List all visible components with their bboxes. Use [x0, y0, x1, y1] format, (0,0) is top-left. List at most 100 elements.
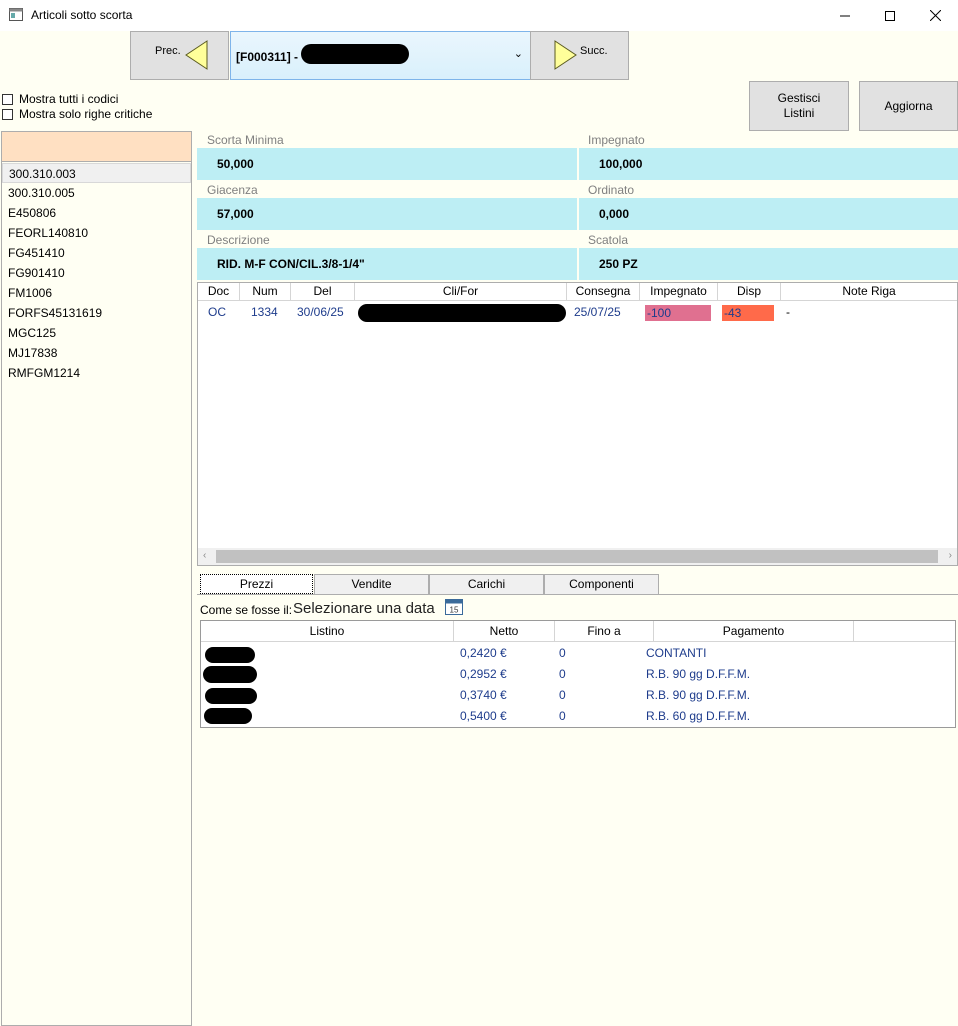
description-field: RID. M-F CON/CIL.3/8-1/4": [197, 248, 577, 280]
show-all-codes-checkbox[interactable]: Mostra tutti i codici: [2, 92, 118, 106]
prev-label: Prec.: [155, 45, 181, 57]
cell-committed: -100: [645, 305, 711, 321]
cell-payment: R.B. 90 gg D.F.F.M.: [646, 667, 751, 681]
date-picker-input[interactable]: Selezionare una data: [293, 600, 435, 617]
list-item[interactable]: MGC125: [2, 323, 191, 343]
window-title: Articoli sotto scorta: [31, 8, 133, 22]
committed-field: 100,000: [579, 148, 958, 180]
min-stock-field: 50,000: [197, 148, 577, 180]
item-selector-combobox[interactable]: [F000311] - ⌄: [230, 31, 531, 80]
ordered-label: Ordinato: [588, 183, 635, 197]
column-header-payment[interactable]: Pagamento: [654, 621, 854, 642]
column-header-customer[interactable]: Cli/For: [355, 283, 567, 301]
ordered-value: 0,000: [599, 207, 630, 221]
scroll-left-icon[interactable]: ‹: [203, 550, 206, 561]
app-icon: [9, 8, 23, 21]
committed-label: Impegnato: [588, 133, 645, 147]
list-item[interactable]: MJ17838: [2, 343, 191, 363]
stock-value: 57,000: [217, 207, 254, 221]
column-header-net[interactable]: Netto: [454, 621, 555, 642]
min-stock-value: 50,000: [217, 157, 254, 171]
column-header-list[interactable]: Listino: [201, 621, 454, 642]
cell-num: 1334: [251, 305, 278, 319]
prev-button[interactable]: Prec.: [130, 31, 229, 80]
list-item[interactable]: FEORL140810: [2, 223, 191, 243]
item-selector-value: [F000311] -: [236, 50, 299, 64]
column-header-date[interactable]: Del: [291, 283, 355, 301]
column-header-avail[interactable]: Disp: [718, 283, 781, 301]
refresh-button[interactable]: Aggiorna: [859, 81, 958, 131]
triangle-right-icon: [554, 40, 577, 70]
chevron-down-icon: ⌄: [513, 48, 523, 60]
manage-lists-button[interactable]: Gestisci Listini: [749, 81, 849, 131]
redacted-block: [203, 666, 257, 683]
prices-grid: Listino Netto Fino a Pagamento 0,2420 € …: [200, 620, 956, 728]
cell-delivery: 25/07/25: [574, 305, 621, 319]
close-button[interactable]: [912, 0, 958, 31]
cell-net: 0,2420 €: [460, 646, 507, 660]
code-list: 300.310.003 300.310.005 E450806 FEORL140810…: [2, 163, 191, 383]
description-label: Descrizione: [207, 233, 270, 247]
minimize-button[interactable]: [822, 0, 868, 31]
minimize-icon: [840, 15, 850, 16]
list-item[interactable]: RMFGM1214: [2, 363, 191, 383]
checkbox-box[interactable]: [2, 93, 13, 105]
list-item[interactable]: FG901410: [2, 263, 191, 283]
committed-value: 100,000: [599, 157, 643, 171]
cell-payment: R.B. 90 gg D.F.F.M.: [646, 688, 751, 702]
column-header-num[interactable]: Num: [240, 283, 291, 301]
scroll-right-icon[interactable]: ›: [949, 550, 952, 561]
column-header-delivery[interactable]: Consegna: [567, 283, 640, 301]
redacted-block: [204, 708, 252, 724]
tab-prices[interactable]: Prezzi: [200, 574, 313, 594]
tab-components[interactable]: Componenti: [544, 574, 659, 594]
stock-label: Giacenza: [207, 183, 258, 197]
calendar-button[interactable]: 15: [445, 598, 463, 615]
cell-doc: OC: [208, 305, 226, 319]
asof-label: Come se fosse il:: [200, 603, 293, 617]
show-critical-only-checkbox[interactable]: Mostra solo righe critiche: [2, 107, 152, 121]
cell-net: 0,2952 €: [460, 667, 507, 681]
list-item[interactable]: FM1006: [2, 283, 191, 303]
maximize-button[interactable]: [867, 0, 913, 31]
column-header-doc[interactable]: Doc: [198, 283, 240, 301]
triangle-left-icon: [185, 40, 208, 70]
manage-lists-label-line2: Listini: [783, 106, 815, 120]
tab-sales[interactable]: Vendite: [314, 574, 429, 594]
title-bar: Articoli sotto scorta: [0, 0, 958, 31]
list-item[interactable]: FG451410: [2, 243, 191, 263]
horizontal-scrollbar[interactable]: ‹ ›: [198, 548, 957, 565]
min-stock-label: Scorta Minima: [207, 133, 284, 147]
checkbox-box[interactable]: [2, 108, 13, 120]
list-item[interactable]: 300.310.005: [2, 183, 191, 203]
list-item[interactable]: 300.310.003: [2, 163, 191, 183]
box-label: Scatola: [588, 233, 629, 247]
redacted-block: [358, 304, 566, 322]
description-value: RID. M-F CON/CIL.3/8-1/4": [217, 257, 365, 271]
column-header-until[interactable]: Fino a: [555, 621, 654, 642]
refresh-label: Aggiorna: [884, 98, 933, 113]
redacted-block: [301, 44, 409, 64]
tab-loads[interactable]: Carichi: [429, 574, 544, 594]
stock-field: 57,000: [197, 198, 577, 230]
cell-payment: CONTANTI: [646, 646, 707, 660]
list-item[interactable]: E450806: [2, 203, 191, 223]
cell-avail: -43: [722, 305, 774, 321]
column-header-note[interactable]: Note Riga: [781, 283, 957, 301]
cell-until: 0: [559, 688, 566, 702]
code-list-panel: 300.310.003 300.310.005 E450806 FEORL140810…: [1, 131, 192, 1026]
ordered-field: 0,000: [579, 198, 958, 230]
calendar-icon: 15: [445, 599, 463, 615]
show-all-codes-label: Mostra tutti i codici: [19, 92, 119, 106]
next-button[interactable]: Succ.: [530, 31, 629, 80]
column-header-extra: [854, 621, 955, 642]
column-header-committed[interactable]: Impegnato: [640, 283, 718, 301]
orders-grid: Doc Num Del Cli/For Consegna Impegnato D…: [197, 282, 958, 566]
code-filter-input[interactable]: [2, 132, 191, 162]
list-item[interactable]: FORFS45131619: [2, 303, 191, 323]
maximize-icon: [885, 10, 895, 21]
redacted-block: [205, 688, 257, 704]
cell-net: 0,3740 €: [460, 688, 507, 702]
scrollbar-thumb[interactable]: [216, 550, 938, 563]
cell-until: 0: [559, 646, 566, 660]
